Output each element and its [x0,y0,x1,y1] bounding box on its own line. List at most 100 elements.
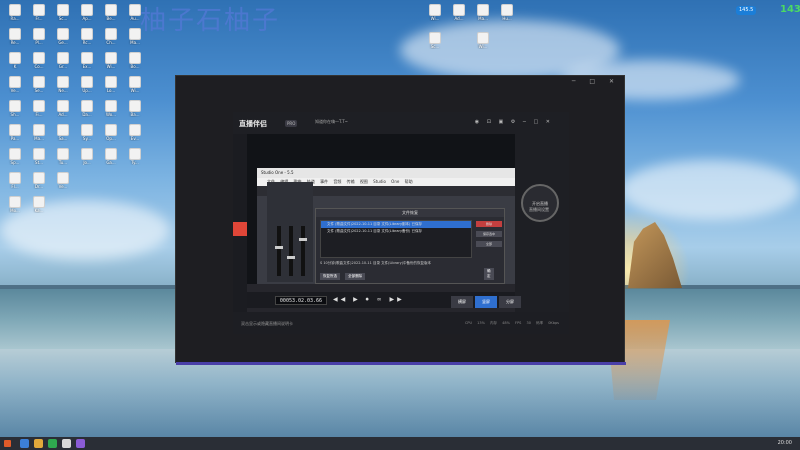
desktop-shortcut-label: Ne... [58,88,68,93]
desktop-shortcut-label: Wo... [106,112,116,117]
desktop-shortcut[interactable]: Fr... [28,4,50,26]
file-icon [57,52,69,64]
desktop-shortcut[interactable]: Ex... [76,52,98,74]
desktop-shortcut-label: Lo... [106,88,116,93]
desktop-shortcut[interactable]: Bo... [124,52,146,74]
taskbar-app-icon[interactable] [34,439,43,448]
desktop-shortcut[interactable]: Ty... [124,148,146,170]
desktop-shortcut-label: Ra... [10,16,20,21]
file-icon [33,172,45,184]
fader[interactable] [275,226,283,276]
file-icon [501,4,513,16]
segment-split[interactable]: 分屏 [499,296,521,308]
desktop-shortcut[interactable]: Mo... [4,196,26,218]
desktop-shortcut[interactable]: Ma... [124,28,146,50]
desktop-shortcut[interactable]: Ra... [4,4,26,26]
desktop-shortcut[interactable]: Sc... [424,32,446,54]
transport-buttons[interactable]: ◀◀ ▶ ⏺ ∞ ▶▶ [333,296,405,304]
fader[interactable] [287,226,295,276]
start-live-button[interactable]: 开启直播 [521,184,559,222]
taskbar-app-icon[interactable] [20,439,29,448]
file-icon [477,4,489,16]
desktop-shortcut[interactable]: Re... [4,28,26,50]
all-button[interactable]: 全部 [476,241,502,247]
segment-portrait[interactable]: 竖屏 [475,296,497,308]
desktop-shortcut[interactable]: Ad... [52,100,74,122]
start-button[interactable] [4,440,11,447]
desktop-shortcut[interactable]: Co... [28,52,50,74]
desktop-shortcut[interactable]: Hu... [496,4,518,26]
desktop-shortcut[interactable]: Fi... [28,100,50,122]
desktop-shortcut[interactable]: Da... [76,100,98,122]
desktop-shortcut[interactable]: Ad... [448,4,470,26]
taskbar-app-icon[interactable] [48,439,57,448]
list-item[interactable]: 文件 (歌曲文件)2022-10-11 目录 文件(Library副本) 已保存 [321,221,471,228]
desktop-shortcut[interactable]: Ve... [52,172,74,194]
desktop-shortcut-label: Fi... [35,112,43,117]
file-icon [81,76,93,88]
desktop-shortcut[interactable]: Pl... [28,28,50,50]
desktop-shortcut[interactable]: Au... [124,4,146,26]
desktop-shortcut[interactable]: Wi... [424,4,446,26]
file-icon [9,52,21,64]
desktop-shortcut[interactable]: Ba... [124,100,146,122]
desktop-shortcut[interactable]: Lo... [100,76,122,98]
file-icon [81,28,93,40]
desktop-shortcut[interactable]: Wi... [100,52,122,74]
desktop-shortcut[interactable]: Op... [100,124,122,146]
header-icons[interactable]: ◉ ⊡ ▣ ⚙ ─ □ ✕ [475,119,553,125]
desktop-shortcut[interactable]: Sy... [76,124,98,146]
desktop-shortcut[interactable]: Ka... [28,196,50,218]
desktop-shortcut[interactable]: Ga... [100,148,122,170]
window-controls[interactable]: ─ □ ✕ [572,78,620,85]
delete-all-button[interactable]: 全部删除 [345,273,366,280]
desktop-shortcut[interactable]: St... [28,148,50,170]
time-display: 00053.02.03.66 [275,296,327,305]
ok-button[interactable]: 确定 [484,268,494,280]
recovery-file-list[interactable]: 文件 (歌曲文件)2022-10-11 目录 文件(Library副本) 已保存… [320,220,472,258]
room-title[interactable]: 知道你在嗨一T.T~ [315,119,348,125]
save-selected-button[interactable]: 保存选中 [476,231,502,237]
desktop-shortcut[interactable]: Ge... [52,28,74,50]
sidebar-red-tab[interactable] [233,222,247,236]
desktop-shortcut[interactable]: Pa... [4,124,26,146]
desktop-shortcut[interactable]: Sp... [4,148,26,170]
desktop-shortcut[interactable]: Fl... [4,172,26,194]
desktop-shortcut[interactable]: Tu... [52,148,74,170]
desktop-shortcut-label: Wi... [430,16,440,21]
desktop-shortcut[interactable]: Ma... [28,124,50,146]
network-speed-badge[interactable]: 145.5 [736,6,757,15]
desktop-shortcut[interactable]: Sa... [52,124,74,146]
taskbar-app-icon[interactable] [62,439,71,448]
list-item[interactable]: 文件 (歌曲文件)2022-10-11 目录 文件(Library备份) 已保存 [321,228,471,235]
desktop-shortcut[interactable]: Wo... [100,100,122,122]
desktop-shortcut[interactable]: K [4,52,26,74]
desktop-shortcut[interactable]: Rc... [76,28,98,50]
desktop-shortcut[interactable]: Wi... [472,32,494,54]
desktop-shortcut[interactable]: Jo... [76,148,98,170]
taskbar-app-icon[interactable] [76,439,85,448]
delete-button[interactable]: 删除 [476,221,502,227]
segment-landscape[interactable]: 横屏 [451,296,473,308]
desktop-shortcut[interactable]: Se... [28,76,50,98]
desktop-shortcut[interactable]: Ap... [76,4,98,26]
restore-selected-button[interactable]: 恢复所选 [320,273,340,280]
fader[interactable] [299,226,307,276]
desktop-shortcut[interactable]: Ch... [100,28,122,50]
desktop-shortcut[interactable]: Ma... [472,4,494,26]
desktop-shortcut[interactable]: Ev... [124,124,146,146]
room-settings-link[interactable]: 直播间设置 [529,207,549,213]
desktop-shortcut[interactable]: Sc... [52,4,74,26]
desktop-shortcut[interactable]: Ve... [4,76,26,98]
desktop-shortcut[interactable]: Sh... [4,100,26,122]
desktop-shortcut[interactable]: Gr... [52,52,74,74]
system-tray-clock[interactable]: 20:00 [778,440,792,446]
desktop-shortcut[interactable]: Dr... [28,172,50,194]
desktop-shortcut[interactable]: Up... [76,76,98,98]
desktop-shortcut[interactable]: Wi... [124,76,146,98]
desktop-shortcut-label: Ve... [10,88,20,93]
desktop-shortcut[interactable]: Ne... [52,76,74,98]
file-icon [81,4,93,16]
desktop-shortcut[interactable]: Be... [100,4,122,26]
app-logo: 直播伴侣 [239,120,267,128]
